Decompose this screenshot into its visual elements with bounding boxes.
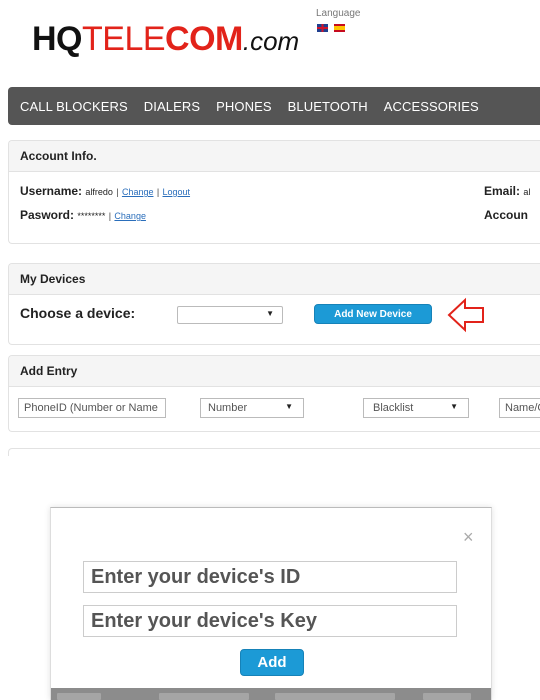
language-flags: [317, 24, 345, 32]
left-arrow-icon: [447, 297, 484, 333]
add-device-modal: × Enter your device's ID Enter your devi…: [50, 507, 492, 700]
nav-dialers[interactable]: DIALERS: [144, 99, 200, 114]
email-value: al: [523, 187, 531, 197]
device-id-input[interactable]: Enter your device's ID: [83, 561, 457, 593]
close-icon[interactable]: ×: [463, 528, 474, 546]
uk-flag-icon[interactable]: [317, 24, 328, 32]
email-label: Email:: [484, 184, 521, 198]
account-info-panel: Account Info. Username: alfredo | Change…: [8, 140, 540, 244]
chevron-down-icon: ▼: [285, 402, 293, 411]
add-entry-panel: Add Entry PhoneID (Number or Name Number…: [8, 355, 540, 432]
chevron-down-icon: ▼: [450, 402, 458, 411]
password-label: Pasword:: [20, 208, 75, 222]
change-password-link[interactable]: Change: [114, 211, 146, 221]
nav-accessories[interactable]: ACCESSORIES: [384, 99, 479, 114]
account-label: Accoun: [484, 208, 529, 222]
change-username-link[interactable]: Change: [122, 187, 154, 197]
chevron-down-icon: ▼: [266, 309, 274, 318]
email-row: Email: al: [484, 184, 530, 198]
main-nav: CALL BLOCKERS DIALERS PHONES BLUETOOTH A…: [8, 87, 540, 125]
nav-phones[interactable]: PHONES: [216, 99, 272, 114]
entry-list-select[interactable]: Blacklist ▼: [363, 398, 469, 418]
username-label: Username:: [20, 184, 83, 198]
account-row: Accoun: [484, 208, 528, 222]
choose-device-label: Choose a device:: [20, 305, 136, 321]
name-input[interactable]: Name/C: [499, 398, 540, 418]
logo-hq: HQ: [32, 20, 83, 58]
logout-link[interactable]: Logout: [163, 187, 191, 197]
username-value: alfredo: [85, 187, 113, 197]
logo-tele: TELE: [82, 20, 166, 58]
nav-bluetooth[interactable]: BLUETOOTH: [288, 99, 368, 114]
phone-id-input[interactable]: PhoneID (Number or Name: [18, 398, 166, 418]
modal-footer-strip: [51, 688, 491, 700]
password-row: Pasword: ******** | Change: [20, 208, 146, 222]
device-key-input[interactable]: Enter your device's Key: [83, 605, 457, 637]
username-row: Username: alfredo | Change | Logout: [20, 184, 191, 198]
next-panel-edge: [8, 448, 540, 456]
logo-com: COM: [165, 20, 243, 58]
brand-logo[interactable]: HQTELECOM.com: [32, 20, 299, 70]
password-value: ********: [77, 211, 106, 221]
spain-flag-icon[interactable]: [334, 24, 345, 32]
my-devices-panel: My Devices Choose a device: ▼ Add New De…: [8, 263, 540, 345]
my-devices-title: My Devices: [9, 264, 540, 295]
add-new-device-button[interactable]: Add New Device: [314, 304, 432, 324]
entry-type-select[interactable]: Number ▼: [200, 398, 304, 418]
device-select[interactable]: ▼: [177, 306, 283, 324]
language-label: Language: [316, 8, 361, 19]
add-entry-title: Add Entry: [9, 356, 540, 387]
add-button[interactable]: Add: [240, 649, 304, 676]
account-info-title: Account Info.: [9, 141, 540, 172]
logo-dotcom: .com: [242, 26, 300, 56]
nav-call-blockers[interactable]: CALL BLOCKERS: [20, 99, 128, 114]
